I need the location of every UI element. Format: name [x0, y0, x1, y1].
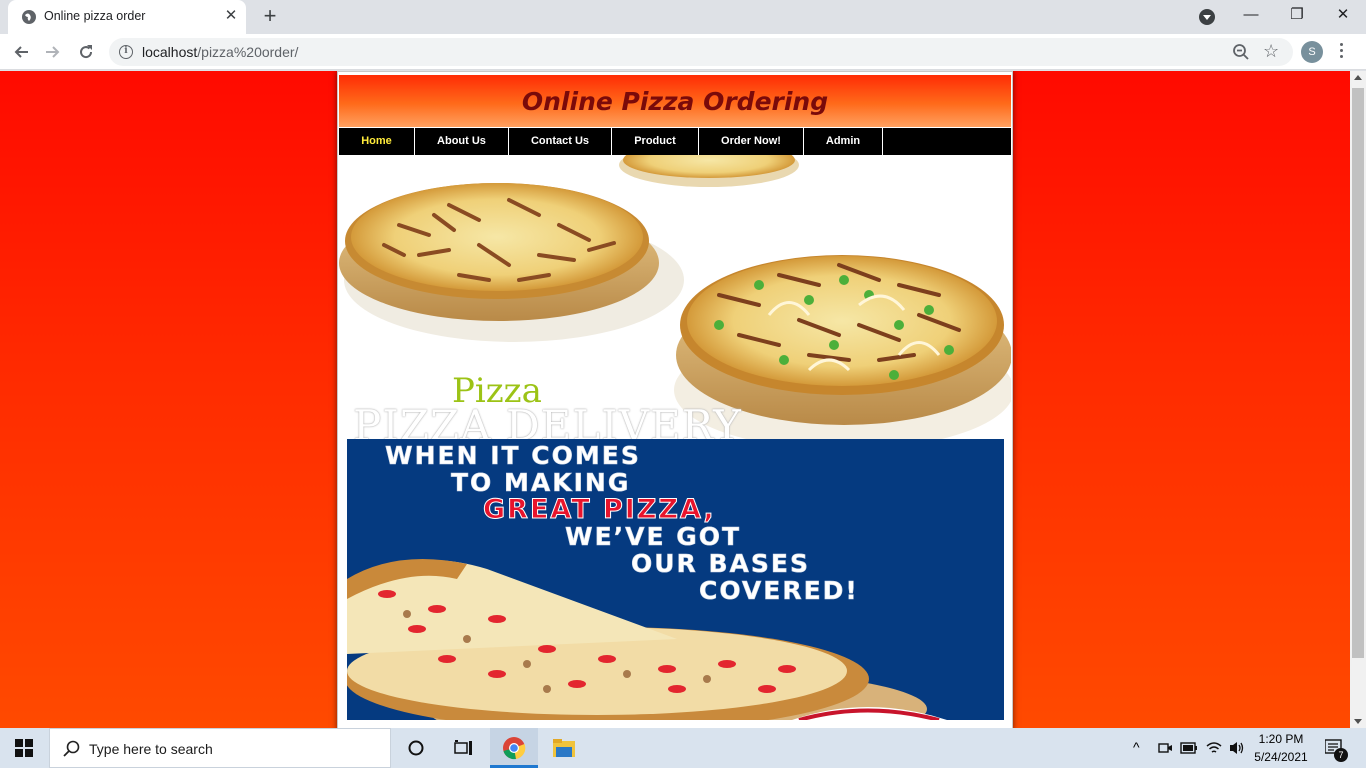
url-host: localhost: [142, 44, 198, 60]
maximize-button[interactable]: ❐: [1274, 0, 1320, 32]
notification-count-badge: 7: [1334, 748, 1348, 762]
taskbar-chrome[interactable]: [490, 728, 538, 768]
start-button[interactable]: [0, 728, 48, 768]
url-path: /pizza%20order/: [197, 44, 299, 60]
forward-button[interactable]: [40, 39, 66, 65]
address-bar[interactable]: i localhost/pizza%20order/ ☆: [109, 38, 1293, 66]
taskbar-search[interactable]: Type here to search: [49, 728, 391, 768]
site-title: Online Pizza Ordering: [521, 87, 829, 116]
clock-date[interactable]: 5/24/2021: [1252, 750, 1310, 764]
tab-strip: Online pizza order ✕ + — ❐ ✕: [0, 0, 1366, 34]
nav-admin[interactable]: Admin: [804, 128, 883, 155]
more-menu-icon[interactable]: [1340, 43, 1344, 61]
scroll-down-icon[interactable]: [1354, 719, 1362, 724]
search-placeholder: Type here to search: [89, 741, 213, 757]
chrome-icon: [503, 737, 526, 760]
back-button[interactable]: [8, 39, 34, 65]
meet-now-icon[interactable]: [1157, 740, 1173, 756]
pizza-delivery-caption: PIZZA DELIVERY: [353, 401, 742, 440]
pizza-illustration: [339, 155, 1011, 440]
clock-time[interactable]: 1:20 PM: [1252, 732, 1310, 746]
new-tab-button[interactable]: +: [258, 5, 282, 29]
promo-banner: WHEN IT COMES TO MAKING GREAT PIZZA, WE’…: [347, 439, 1004, 720]
page-viewport: Online Pizza Ordering Home About Us Cont…: [0, 71, 1350, 728]
scroll-thumb[interactable]: [1352, 88, 1364, 658]
info-icon[interactable]: i: [119, 45, 133, 59]
reload-button[interactable]: [73, 39, 99, 65]
tray-chevron-icon[interactable]: ^: [1133, 739, 1140, 755]
pizza-slice-illustration: [347, 559, 947, 720]
minimize-button[interactable]: —: [1228, 0, 1274, 32]
nav-home[interactable]: Home: [339, 128, 415, 155]
scroll-up-icon[interactable]: [1354, 75, 1362, 80]
arrow-right-icon: [46, 46, 60, 58]
reload-icon: [80, 45, 93, 59]
nav-about-us[interactable]: About Us: [415, 128, 509, 155]
globe-icon: [22, 10, 36, 24]
nav-product[interactable]: Product: [612, 128, 699, 155]
profile-avatar[interactable]: S: [1301, 41, 1323, 63]
site-container: Online Pizza Ordering Home About Us Cont…: [337, 71, 1013, 728]
battery-icon[interactable]: [1180, 742, 1198, 754]
tab-search-icon[interactable]: [1199, 9, 1215, 25]
volume-icon[interactable]: [1228, 740, 1246, 756]
close-window-button[interactable]: ✕: [1320, 0, 1366, 32]
main-nav: Home About Us Contact Us Product Order N…: [339, 128, 1011, 155]
site-header: Online Pizza Ordering: [339, 75, 1011, 127]
wifi-icon[interactable]: [1206, 741, 1222, 755]
folder-icon: [553, 739, 575, 757]
nav-order-now[interactable]: Order Now!: [699, 128, 804, 155]
search-icon: [63, 740, 80, 757]
tab-title: Online pizza order: [44, 9, 146, 23]
cortana-button[interactable]: [392, 728, 440, 768]
page-scrollbar[interactable]: [1350, 71, 1366, 728]
taskbar-file-explorer[interactable]: [540, 728, 588, 768]
close-tab-icon[interactable]: ✕: [223, 8, 239, 24]
bookmark-star-icon[interactable]: ☆: [1263, 41, 1279, 62]
task-view-button[interactable]: [440, 728, 488, 768]
windows-logo-icon: [15, 739, 33, 757]
hero-image: Pizza PIZZA DELIVERY: [339, 155, 1011, 440]
arrow-left-icon: [14, 46, 28, 58]
cortana-circle-icon: [408, 740, 424, 756]
taskbar: Type here to search ^ 1:20 PM 5/24/2021 …: [0, 728, 1366, 768]
url-text[interactable]: localhost/pizza%20order/: [142, 44, 298, 60]
zoom-out-icon[interactable]: [1232, 43, 1250, 61]
nav-contact-us[interactable]: Contact Us: [509, 128, 612, 155]
browser-tab[interactable]: Online pizza order ✕: [8, 0, 246, 34]
task-view-icon: [454, 740, 472, 755]
browser-toolbar: i localhost/pizza%20order/ ☆ S: [0, 34, 1366, 70]
